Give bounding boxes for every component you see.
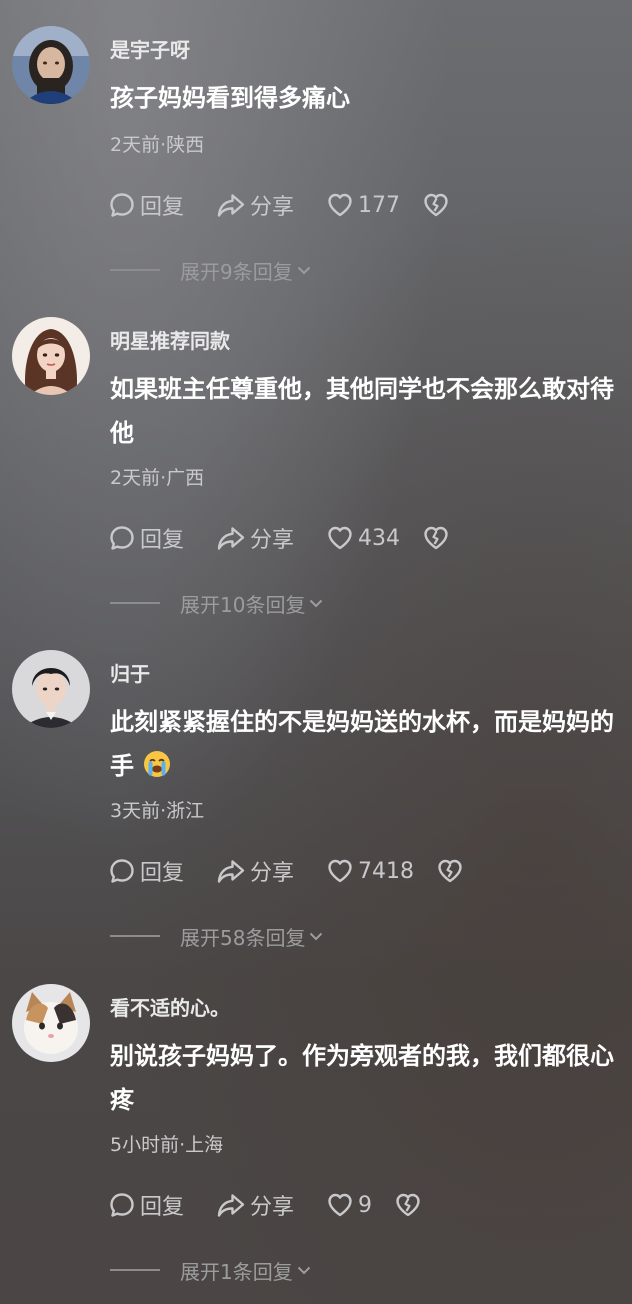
- user-avatar[interactable]: [12, 317, 90, 395]
- share-arrow-icon: [217, 194, 245, 217]
- share-arrow-icon: [217, 527, 245, 550]
- heart-icon: [328, 193, 352, 217]
- expand-replies-label: 展开10条回复: [180, 592, 306, 617]
- expand-replies-button[interactable]: 展开10条回复: [110, 589, 325, 617]
- comment-meta: 2天前·广西: [110, 467, 205, 489]
- chevron-down-icon: [310, 599, 323, 608]
- comment-feed: 是宇子呀 孩子妈妈看到得多痛心 2天前·陕西 回复 分享 177 展开9条回复: [0, 0, 632, 1304]
- divider-line: [110, 269, 160, 271]
- dislike-button[interactable]: [394, 1189, 422, 1221]
- comment-text: 此刻紧紧握住的不是妈妈送的水杯，而是妈妈的手: [110, 700, 615, 788]
- loudly-crying-face-icon: [144, 751, 170, 777]
- chat-bubble-icon: [110, 526, 134, 550]
- like-count: 434: [358, 525, 400, 551]
- comment-text: 别说孩子妈妈了。作为旁观者的我，我们都很心疼: [110, 1042, 614, 1114]
- share-label: 分享: [250, 861, 295, 886]
- reply-label: 回复: [140, 1195, 185, 1220]
- share-button[interactable]: 分享: [216, 855, 326, 887]
- expand-replies-button[interactable]: 展开1条回复: [110, 1256, 313, 1284]
- expand-replies-label: 展开1条回复: [180, 1259, 293, 1284]
- heart-icon: [328, 859, 352, 883]
- reply-button[interactable]: 回复: [108, 189, 216, 221]
- chevron-down-icon: [310, 932, 323, 941]
- comment-meta: 5小时前·上海: [110, 1134, 224, 1156]
- share-button[interactable]: 分享: [216, 189, 326, 221]
- like-button[interactable]: 7418: [326, 855, 414, 887]
- chat-bubble-icon: [110, 1193, 134, 1217]
- like-count: 9: [358, 1192, 372, 1218]
- share-button[interactable]: 分享: [216, 522, 326, 554]
- divider-line: [110, 935, 160, 937]
- like-button[interactable]: 434: [326, 522, 400, 554]
- user-avatar[interactable]: [12, 650, 90, 728]
- reply-button[interactable]: 回复: [108, 522, 216, 554]
- dislike-button[interactable]: [436, 855, 464, 887]
- username[interactable]: 看不适的心。: [110, 992, 230, 1021]
- like-button[interactable]: 9: [326, 1189, 372, 1221]
- action-bar: 回复 分享 434: [108, 522, 450, 554]
- like-count: 177: [358, 192, 400, 218]
- share-label: 分享: [250, 195, 295, 220]
- username[interactable]: 是宇子呀: [110, 34, 190, 63]
- reply-label: 回复: [140, 528, 185, 553]
- heart-icon: [328, 526, 352, 550]
- action-bar: 回复 分享 177: [108, 189, 450, 221]
- dislike-button[interactable]: [422, 522, 450, 554]
- share-arrow-icon: [217, 860, 245, 883]
- expand-replies-label: 展开9条回复: [180, 259, 293, 284]
- like-count: 7418: [358, 858, 414, 884]
- chat-bubble-icon: [110, 193, 134, 217]
- broken-heart-icon: [438, 859, 462, 883]
- like-button[interactable]: 177: [326, 189, 400, 221]
- comment-meta: 3天前·浙江: [110, 800, 205, 822]
- username[interactable]: 归于: [110, 658, 150, 687]
- share-button[interactable]: 分享: [216, 1189, 326, 1221]
- share-label: 分享: [250, 1195, 295, 1220]
- action-bar: 回复 分享 7418: [108, 855, 464, 887]
- broken-heart-icon: [396, 1193, 420, 1217]
- expand-replies-label: 展开58条回复: [180, 925, 306, 950]
- heart-icon: [328, 1193, 352, 1217]
- chevron-down-icon: [297, 266, 310, 275]
- user-avatar[interactable]: [12, 984, 90, 1062]
- divider-line: [110, 1269, 160, 1271]
- expand-replies-button[interactable]: 展开58条回复: [110, 922, 325, 950]
- user-avatar[interactable]: [12, 26, 90, 104]
- comment-text: 如果班主任尊重他，其他同学也不会那么敢对待他: [110, 375, 614, 447]
- reply-label: 回复: [140, 861, 185, 886]
- comment-text: 孩子妈妈看到得多痛心: [110, 84, 350, 112]
- expand-replies-button[interactable]: 展开9条回复: [110, 256, 313, 284]
- chevron-down-icon: [297, 1266, 310, 1275]
- chat-bubble-icon: [110, 859, 134, 883]
- action-bar: 回复 分享 9: [108, 1189, 422, 1221]
- divider-line: [110, 602, 160, 604]
- reply-button[interactable]: 回复: [108, 1189, 216, 1221]
- share-arrow-icon: [217, 1194, 245, 1217]
- comment-meta: 2天前·陕西: [110, 134, 205, 156]
- username[interactable]: 明星推荐同款: [110, 325, 230, 354]
- share-label: 分享: [250, 528, 295, 553]
- reply-button[interactable]: 回复: [108, 855, 216, 887]
- comment-text-content: 此刻紧紧握住的不是妈妈送的水杯，而是妈妈的手: [110, 708, 614, 780]
- broken-heart-icon: [424, 526, 448, 550]
- dislike-button[interactable]: [422, 189, 450, 221]
- broken-heart-icon: [424, 193, 448, 217]
- reply-label: 回复: [140, 195, 185, 220]
